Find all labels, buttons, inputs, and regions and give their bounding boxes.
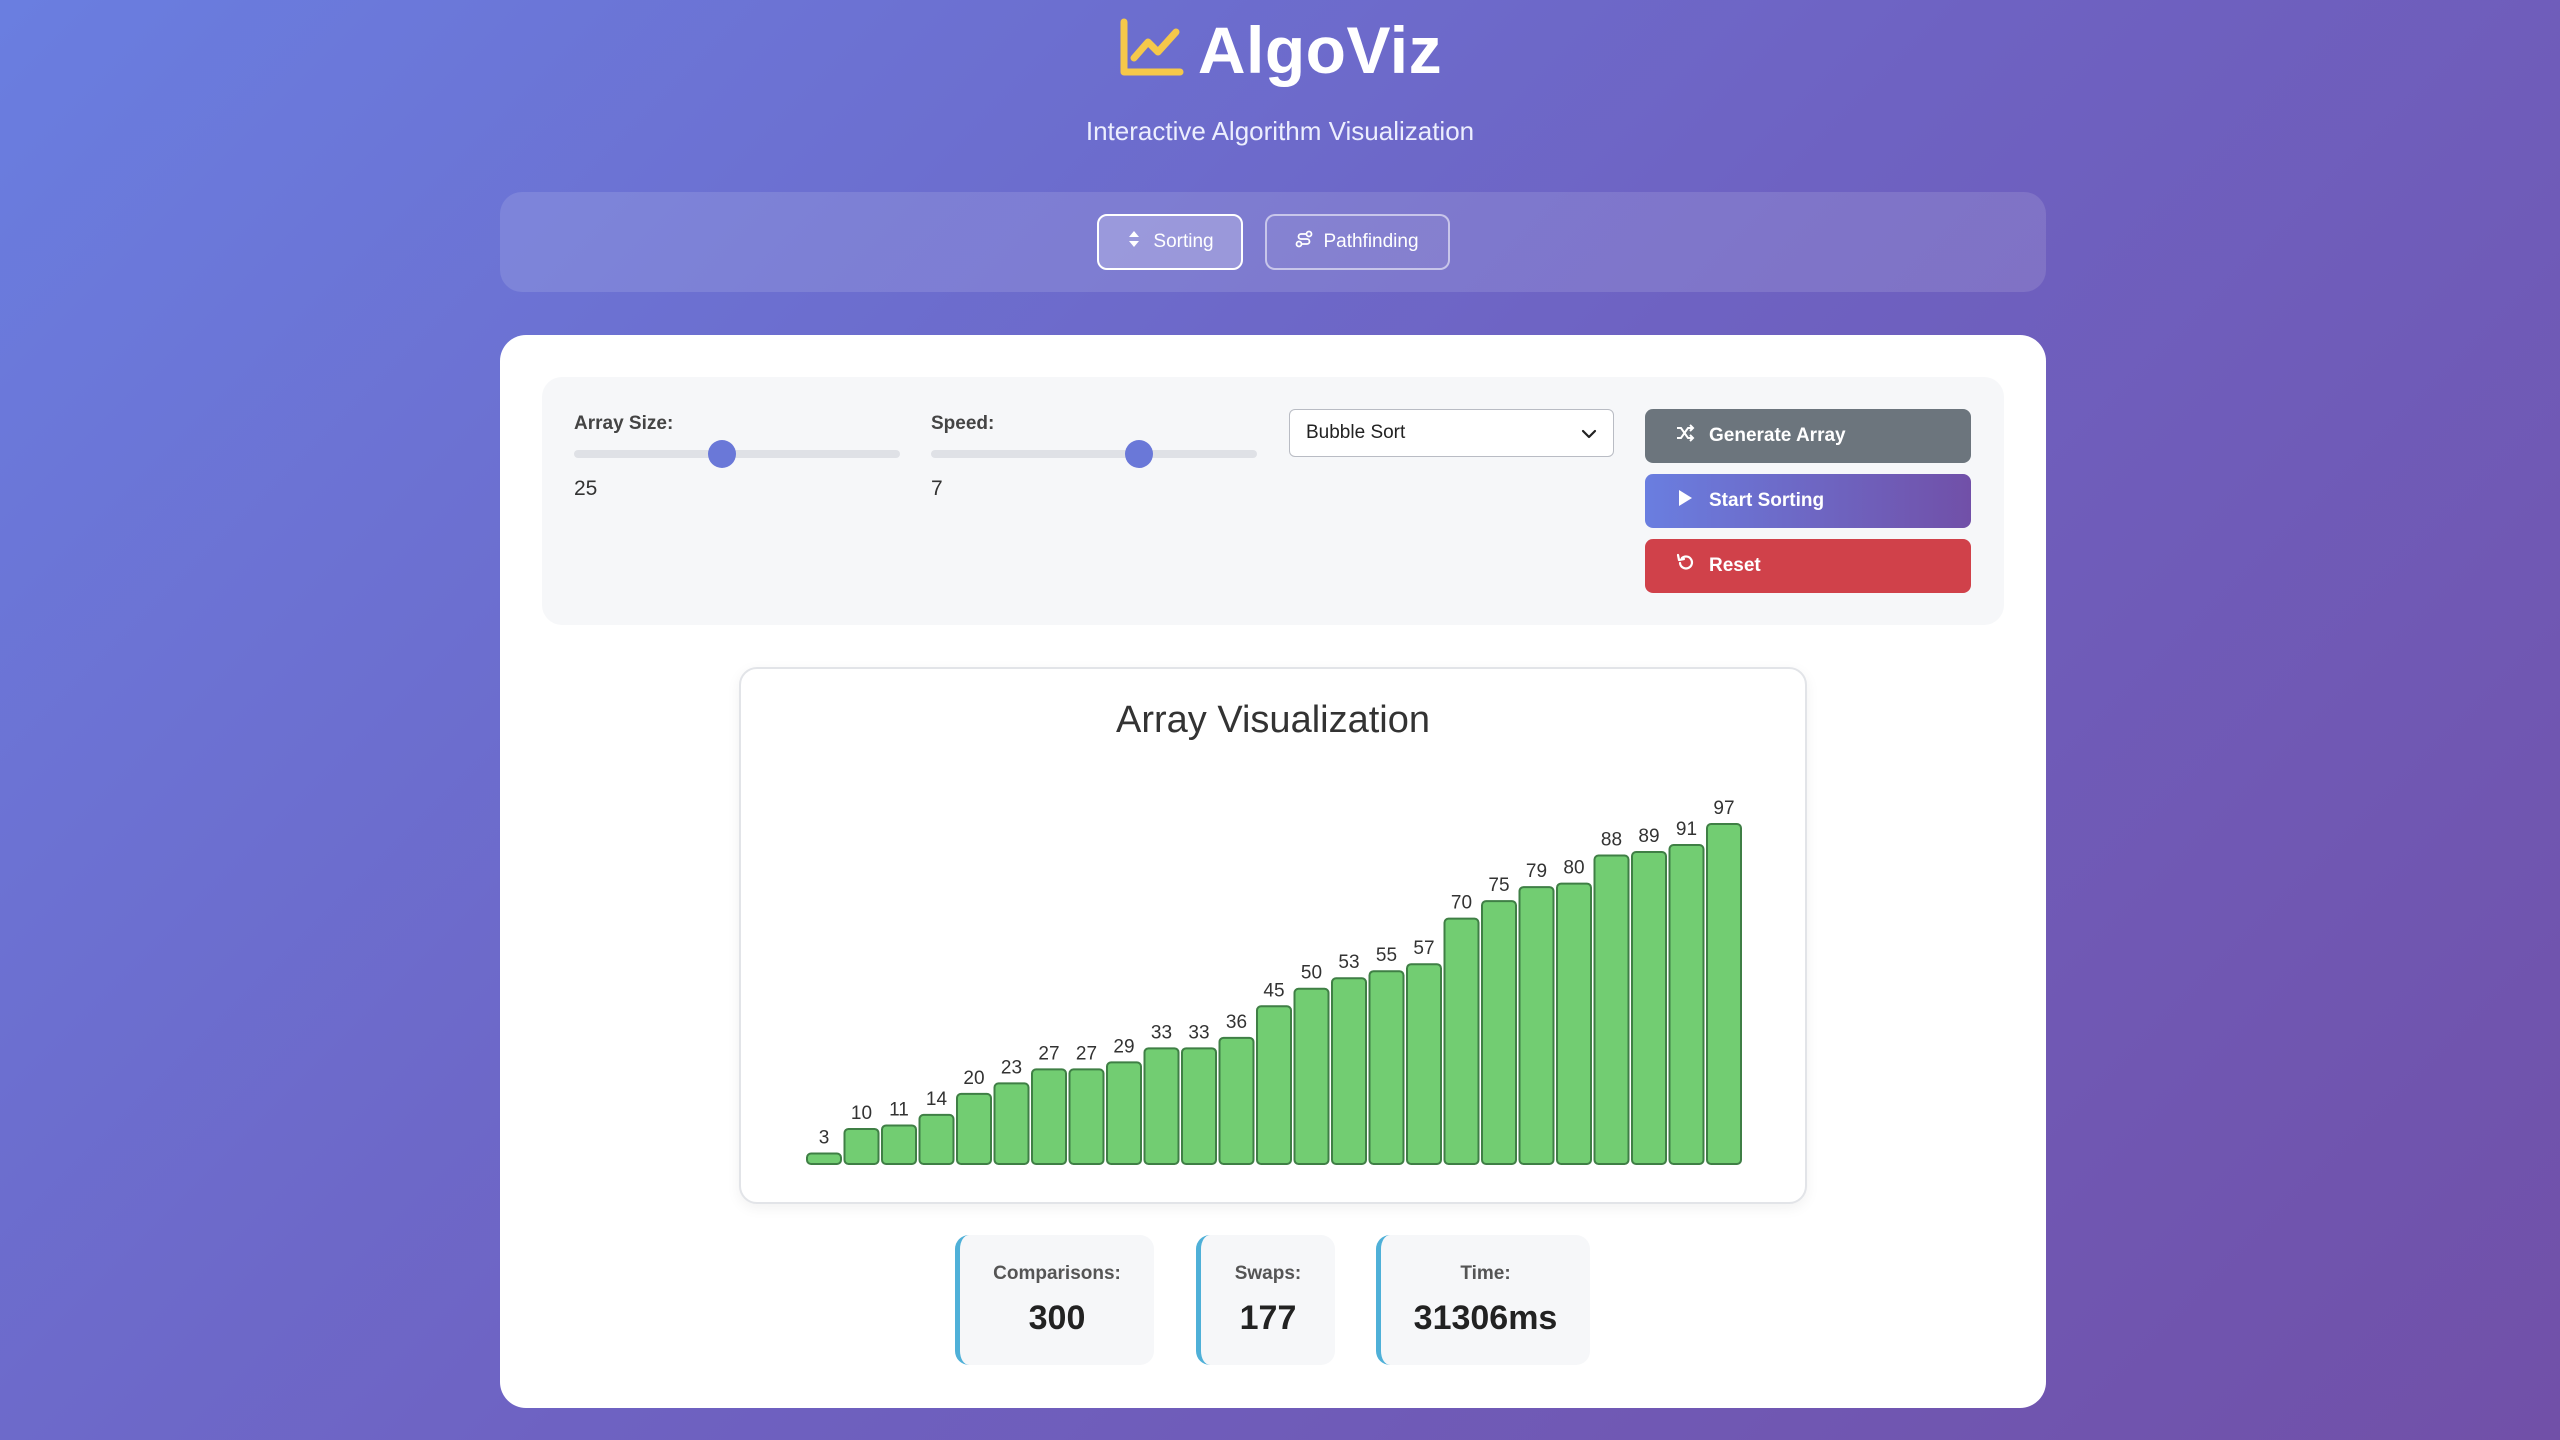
logo: AlgoViz <box>1118 10 1442 90</box>
bar-label-24: 97 <box>1713 798 1734 819</box>
bar-5 <box>993 1082 1030 1165</box>
swaps-stat: Swaps: 177 <box>1196 1235 1335 1365</box>
speed-value: 7 <box>931 477 943 500</box>
bar-label-18: 75 <box>1488 875 1509 896</box>
app-title: AlgoViz <box>1197 13 1443 87</box>
start-sorting-button[interactable]: Start Sorting <box>1645 474 1971 528</box>
array-size-value: 25 <box>574 477 598 500</box>
reset-button[interactable]: Reset <box>1645 539 1971 593</box>
bar-label-11: 36 <box>1226 1012 1247 1033</box>
bar-label-1: 10 <box>851 1103 872 1124</box>
bar-label-13: 50 <box>1301 963 1322 984</box>
bar-15 <box>1368 970 1405 1165</box>
bar-label-7: 27 <box>1076 1043 1097 1064</box>
bar-11 <box>1218 1036 1255 1165</box>
bar-17 <box>1443 917 1480 1165</box>
bar-6 <box>1031 1068 1067 1166</box>
controls-panel: Array Size: 25 Speed: 7 Bubble Sort Gene… <box>542 377 2004 625</box>
tab-pathfinding-label: Pathfinding <box>1323 231 1419 252</box>
sort-icon <box>1125 230 1143 254</box>
comparisons-value: 300 <box>1028 1298 1086 1337</box>
bar-label-16: 57 <box>1413 938 1434 959</box>
array-size-slider[interactable] <box>574 440 900 468</box>
bar-label-4: 20 <box>963 1068 984 1089</box>
bar-8 <box>1106 1061 1142 1166</box>
bar-label-6: 27 <box>1038 1043 1059 1064</box>
bar-20 <box>1556 882 1592 1166</box>
app-subtitle: Interactive Algorithm Visualization <box>1085 116 1475 146</box>
comparisons-label: Comparisons: <box>993 1262 1121 1284</box>
bar-10 <box>1181 1047 1217 1165</box>
bar-label-19: 79 <box>1526 861 1547 882</box>
bar-label-12: 45 <box>1263 980 1284 1001</box>
tab-pathfinding[interactable]: Pathfinding <box>1264 214 1450 270</box>
algorithm-select[interactable]: Bubble Sort <box>1289 409 1614 457</box>
time-value: 31306ms <box>1413 1298 1558 1337</box>
route-icon <box>1295 230 1313 254</box>
comparisons-stat: Comparisons: 300 <box>955 1235 1154 1365</box>
chart-line-icon <box>1118 18 1184 83</box>
main-card: Array Size: 25 Speed: 7 Bubble Sort Gene… <box>500 335 2046 1408</box>
reset-label: Reset <box>1709 555 1761 576</box>
tab-sorting-label: Sorting <box>1153 231 1214 252</box>
bar-label-22: 89 <box>1638 826 1659 847</box>
bar-label-20: 80 <box>1563 858 1584 879</box>
array-size-label: Array Size: <box>574 413 674 434</box>
bar-4 <box>956 1092 992 1166</box>
array-size-slider-thumb[interactable] <box>708 440 737 468</box>
bar-2 <box>881 1124 917 1165</box>
bar-7 <box>1068 1068 1105 1166</box>
array-visualization: Array Visualization 3 10 11 14 20 23 27 27 29 33 3… <box>739 667 1807 1204</box>
bar-21 <box>1593 854 1630 1165</box>
bar-3 <box>918 1113 955 1165</box>
start-sorting-label: Start Sorting <box>1709 490 1825 511</box>
bar-label-14: 53 <box>1338 952 1359 973</box>
bar-label-15: 55 <box>1376 945 1397 966</box>
bar-13 <box>1293 987 1330 1166</box>
undo-icon <box>1675 553 1695 579</box>
generate-array-label: Generate Array <box>1709 425 1846 446</box>
time-label: Time: <box>1460 1262 1511 1284</box>
bar-14 <box>1331 977 1367 1165</box>
algorithm-select-value: Bubble Sort <box>1306 422 1406 443</box>
bar-label-17: 70 <box>1451 893 1472 914</box>
bar-19 <box>1518 886 1555 1166</box>
tab-sorting[interactable]: Sorting <box>1096 214 1243 270</box>
bar-1 <box>843 1127 880 1166</box>
play-icon <box>1675 488 1695 514</box>
bar-24 <box>1706 823 1742 1165</box>
mode-tabs: Sorting Pathfinding <box>500 192 2046 292</box>
bar-label-3: 14 <box>926 1089 948 1110</box>
bar-label-5: 23 <box>1001 1057 1022 1078</box>
swaps-label: Swaps: <box>1234 1262 1302 1284</box>
bar-label-9: 33 <box>1151 1022 1172 1043</box>
bar-label-0: 3 <box>819 1127 830 1148</box>
generate-array-button[interactable]: Generate Array <box>1645 409 1971 463</box>
time-stat: Time: 31306ms <box>1376 1235 1590 1365</box>
bar-23 <box>1668 844 1705 1166</box>
bar-22 <box>1631 851 1667 1166</box>
bar-label-23: 91 <box>1676 819 1697 840</box>
bar-0 <box>806 1152 842 1165</box>
bar-chart: 3 10 11 14 20 23 27 27 29 33 33 36 45 50 53 55 57 70 75 79 8… <box>806 798 1742 1166</box>
swaps-value: 177 <box>1239 1298 1297 1337</box>
bar-9 <box>1143 1047 1180 1165</box>
bar-label-2: 11 <box>889 1099 909 1120</box>
speed-label: Speed: <box>931 413 995 434</box>
bar-18 <box>1481 900 1517 1165</box>
chevron-down-icon <box>1579 424 1599 444</box>
shuffle-icon <box>1675 423 1695 449</box>
bar-label-10: 33 <box>1188 1022 1209 1043</box>
bar-label-8: 29 <box>1113 1036 1134 1057</box>
speed-slider[interactable] <box>931 440 1257 468</box>
bar-12 <box>1256 1005 1292 1165</box>
bar-16 <box>1406 963 1442 1165</box>
bar-label-21: 88 <box>1601 830 1622 851</box>
speed-slider-thumb[interactable] <box>1124 440 1153 468</box>
app-header: AlgoViz Interactive Algorithm Visualizat… <box>0 10 2560 147</box>
